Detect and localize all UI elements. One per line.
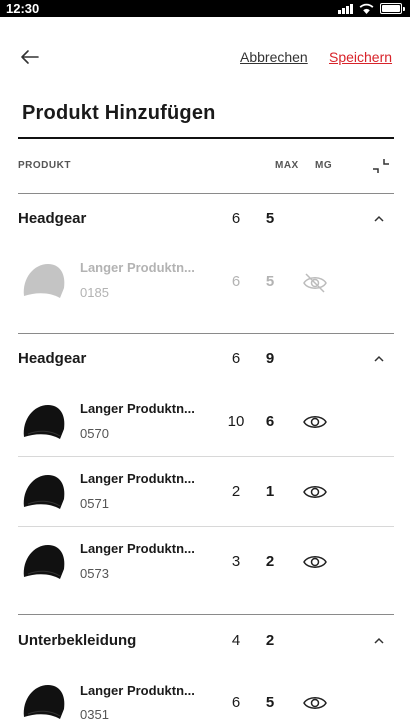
back-button[interactable] bbox=[14, 42, 44, 72]
product-name[interactable]: Langer Produktn... bbox=[80, 683, 195, 698]
product-max: 6 bbox=[231, 694, 241, 711]
column-header-product: PRODUKT bbox=[18, 160, 71, 171]
status-time: 12:30 bbox=[6, 1, 40, 16]
product-mg: 1 bbox=[265, 483, 275, 500]
product-mg: 2 bbox=[265, 553, 275, 570]
eye-icon bbox=[303, 486, 327, 498]
product-mg: 5 bbox=[265, 273, 275, 290]
cancel-link[interactable]: Abbrechen bbox=[240, 49, 308, 65]
column-header-mg: MG bbox=[315, 160, 333, 171]
section-divider bbox=[18, 614, 394, 615]
title-divider bbox=[18, 137, 394, 139]
chevron-up-icon bbox=[374, 215, 384, 222]
visibility-toggle-button[interactable] bbox=[301, 481, 329, 503]
eye-icon bbox=[303, 416, 327, 428]
beanie-image bbox=[23, 685, 65, 719]
visibility-toggle-button[interactable] bbox=[301, 411, 329, 433]
section-divider bbox=[18, 333, 394, 334]
product-code: 0571 bbox=[80, 496, 109, 511]
group-mg: 9 bbox=[265, 350, 275, 367]
group-mg: 2 bbox=[265, 632, 275, 649]
product-image bbox=[18, 675, 70, 727]
chevron-up-icon bbox=[374, 355, 384, 362]
product-code: 0570 bbox=[80, 426, 109, 441]
product-name[interactable]: Langer Produktn... bbox=[80, 260, 195, 275]
product-max: 2 bbox=[231, 483, 241, 500]
product-image bbox=[18, 535, 70, 587]
group-toggle-button[interactable] bbox=[368, 208, 390, 230]
eye-icon bbox=[303, 556, 327, 568]
product-max: 10 bbox=[227, 413, 245, 430]
group-max: 6 bbox=[231, 350, 241, 367]
group-title[interactable]: Headgear bbox=[18, 210, 86, 227]
group-title[interactable]: Unterbekleidung bbox=[18, 632, 136, 649]
product-image bbox=[18, 465, 70, 517]
eye-icon bbox=[303, 697, 327, 709]
collapse-icon bbox=[373, 159, 389, 173]
signal-icon bbox=[338, 3, 353, 14]
beanie-image bbox=[23, 545, 65, 579]
visibility-toggle-button[interactable] bbox=[301, 272, 329, 294]
save-link[interactable]: Speichern bbox=[329, 49, 392, 65]
group-toggle-button[interactable] bbox=[368, 348, 390, 370]
group-mg: 5 bbox=[265, 210, 275, 227]
column-header-max: MAX bbox=[275, 160, 299, 171]
product-mg: 5 bbox=[265, 694, 275, 711]
product-code: 0573 bbox=[80, 566, 109, 581]
group-toggle-button[interactable] bbox=[368, 630, 390, 652]
row-divider bbox=[18, 526, 394, 527]
row-divider bbox=[18, 456, 394, 457]
status-icons bbox=[338, 3, 405, 14]
product-mg: 6 bbox=[265, 413, 275, 430]
group-max: 6 bbox=[231, 210, 241, 227]
page-title: Produkt Hinzufügen bbox=[22, 102, 216, 124]
beanie-image bbox=[23, 264, 65, 298]
product-name[interactable]: Langer Produktn... bbox=[80, 541, 195, 556]
beanie-image bbox=[23, 405, 65, 439]
product-max: 6 bbox=[231, 273, 241, 290]
product-name[interactable]: Langer Produktn... bbox=[80, 471, 195, 486]
group-max: 4 bbox=[231, 632, 241, 649]
group-title[interactable]: Headgear bbox=[18, 350, 86, 367]
arrow-left-icon bbox=[21, 50, 39, 64]
visibility-toggle-button[interactable] bbox=[301, 692, 329, 714]
visibility-toggle-button[interactable] bbox=[301, 551, 329, 573]
chevron-up-icon bbox=[374, 637, 384, 644]
eye-off-icon bbox=[303, 273, 327, 293]
wifi-icon bbox=[359, 3, 374, 14]
battery-icon bbox=[380, 3, 405, 14]
beanie-image bbox=[23, 475, 65, 509]
section-divider bbox=[18, 193, 394, 194]
product-image bbox=[18, 395, 70, 447]
product-image bbox=[18, 254, 70, 306]
product-code: 0351 bbox=[80, 707, 109, 722]
product-code: 0185 bbox=[80, 285, 109, 300]
status-bar: 12:30 bbox=[0, 0, 410, 17]
product-max: 3 bbox=[231, 553, 241, 570]
collapse-all-button[interactable] bbox=[371, 156, 391, 176]
product-name[interactable]: Langer Produktn... bbox=[80, 401, 195, 416]
